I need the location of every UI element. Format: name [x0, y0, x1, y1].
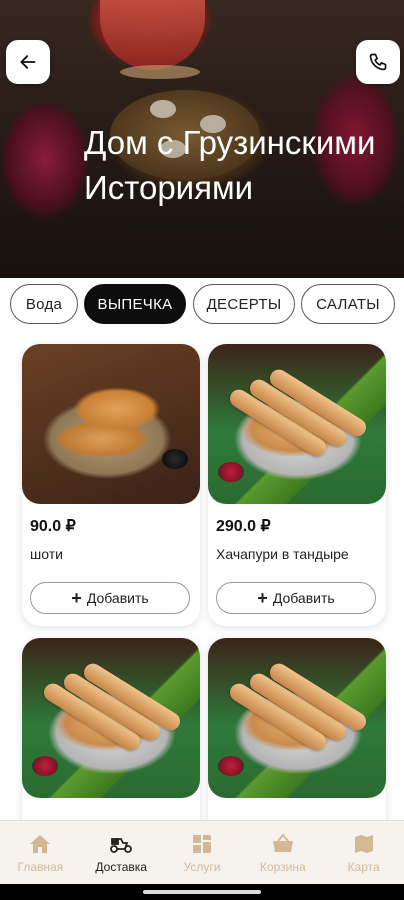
- call-button[interactable]: [356, 40, 400, 84]
- nav-label: Доставка: [95, 859, 147, 874]
- nav-cart[interactable]: Корзина: [242, 821, 323, 884]
- grid-icon: [192, 834, 211, 853]
- nav-home[interactable]: Главная: [0, 821, 81, 884]
- product-image-detail: [162, 449, 188, 469]
- product-price: 90.0 ₽: [30, 518, 76, 535]
- product-image: [208, 344, 386, 504]
- back-button[interactable]: [6, 40, 50, 84]
- product-price: 290.0 ₽: [216, 518, 271, 535]
- page-title: Дом с Грузинскими Историями: [84, 124, 376, 206]
- tab-vypechka[interactable]: ВЫПЕЧКА: [84, 284, 186, 324]
- basket-icon: [272, 832, 293, 852]
- product-grid: 90.0 ₽ шоти + Добавить 290.0 ₽ Хачапури …: [0, 336, 404, 820]
- system-gesture-bar: [0, 884, 404, 900]
- nav-map[interactable]: Карта: [323, 821, 404, 884]
- product-image-detail: [32, 756, 58, 776]
- product-card[interactable]: [22, 638, 200, 820]
- add-to-cart-button[interactable]: + Добавить: [30, 582, 190, 614]
- product-image-detail: [218, 756, 244, 776]
- plus-icon: +: [257, 588, 268, 608]
- product-card[interactable]: 90.0 ₽ шоти + Добавить: [22, 344, 200, 626]
- gesture-pill[interactable]: [143, 890, 261, 894]
- map-icon: [354, 834, 373, 853]
- product-name: шоти: [30, 546, 63, 562]
- category-tabs: Вода ВЫПЕЧКА ДЕСЕРТЫ САЛАТЫ: [0, 284, 404, 324]
- product-card[interactable]: [208, 638, 386, 820]
- add-button-label: Добавить: [86, 590, 149, 606]
- scooter-icon: [110, 837, 133, 853]
- nav-label: Корзина: [259, 859, 306, 874]
- product-image: [208, 638, 386, 798]
- add-button-label: Добавить: [272, 590, 335, 606]
- nav-services[interactable]: Услуги: [162, 821, 243, 884]
- nav-delivery[interactable]: Доставка: [81, 821, 162, 884]
- product-image-detail: [218, 462, 244, 482]
- tab-deserty[interactable]: ДЕСЕРТЫ: [193, 284, 295, 324]
- home-icon: [30, 834, 51, 853]
- tab-salaty[interactable]: САЛАТЫ: [301, 284, 395, 324]
- nav-label: Карта: [347, 859, 380, 874]
- add-to-cart-button[interactable]: + Добавить: [216, 582, 376, 614]
- nav-label: Услуги: [183, 859, 221, 874]
- product-image: [22, 344, 200, 504]
- plus-icon: +: [71, 588, 82, 608]
- hero-banner: Дом с Грузинскими Историями: [0, 0, 404, 278]
- product-image: [22, 638, 200, 798]
- tab-voda[interactable]: Вода: [10, 284, 78, 324]
- arrow-left-icon: [20, 55, 36, 69]
- phone-icon: [369, 53, 387, 71]
- nav-label: Главная: [17, 859, 64, 874]
- product-card[interactable]: 290.0 ₽ Хачапури в тандыре + Добавить: [208, 344, 386, 626]
- bottom-navigation: Главная Доставка Услуги Корзина Карта: [0, 820, 404, 884]
- product-name: Хачапури в тандыре: [216, 546, 349, 562]
